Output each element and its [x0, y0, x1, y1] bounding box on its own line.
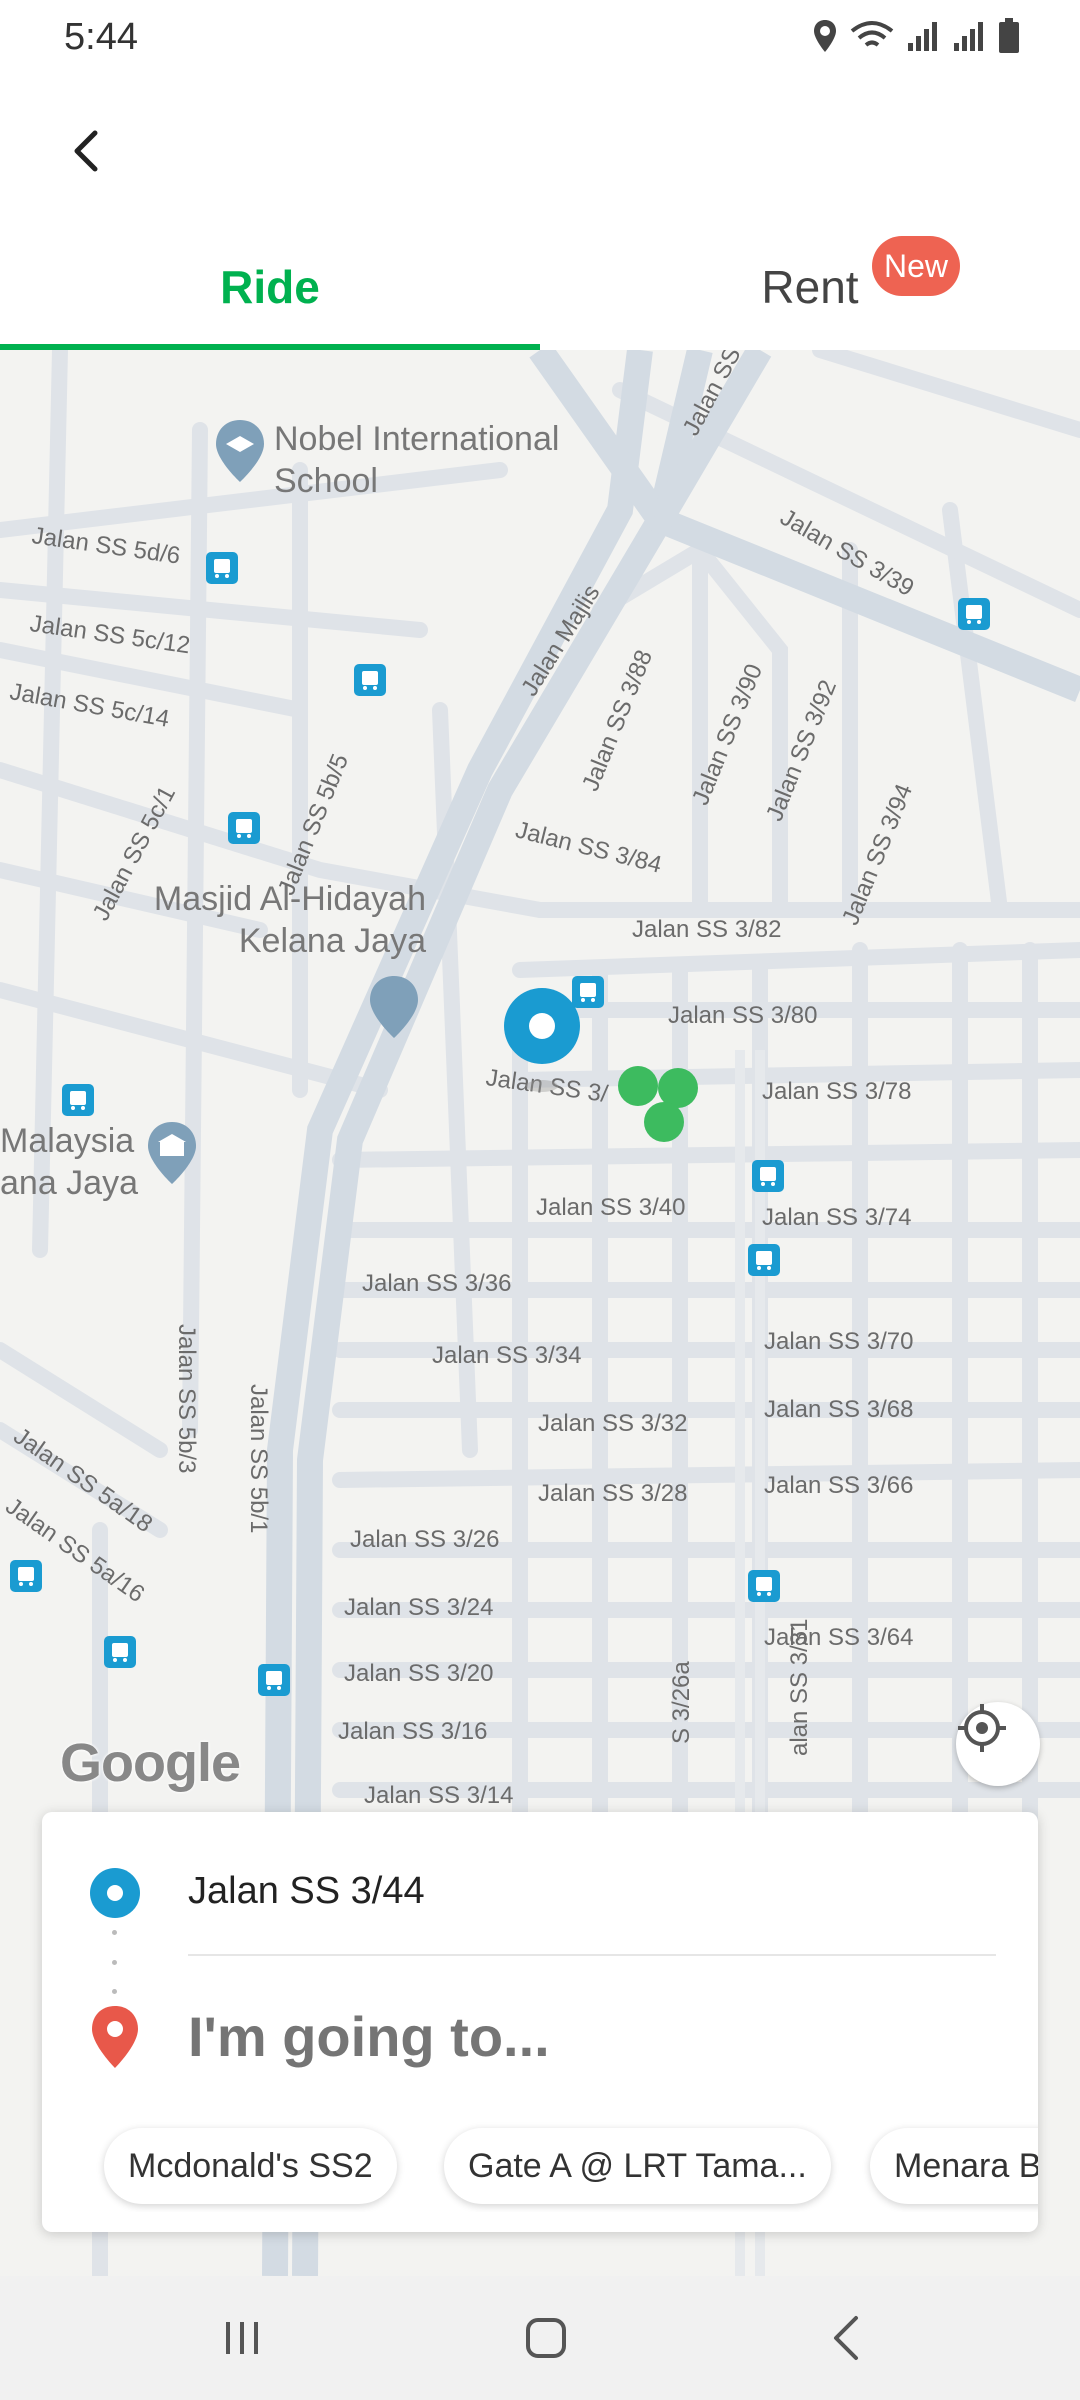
bus-stop-icon	[228, 812, 260, 844]
bus-stop-icon	[258, 1664, 290, 1696]
street-label: Jalan SS 3/20	[344, 1660, 494, 1687]
location-icon	[814, 20, 836, 52]
destination-input[interactable]	[188, 2004, 968, 2069]
street-label: Jalan SS 3/36	[362, 1270, 512, 1297]
street-label: Jalan SS 3/26	[350, 1526, 500, 1553]
google-attribution: Google	[60, 1733, 241, 1793]
bus-stop-icon	[748, 1244, 780, 1276]
status-bar: 5:44	[0, 0, 1080, 76]
tab-rent[interactable]: Rent	[540, 224, 1080, 350]
booking-card: Jalan SS 3/44 Mcdonald's SS2 Gate A @ LR…	[42, 1812, 1038, 2232]
tab-ride-label: Ride	[220, 261, 320, 313]
suggestion-chip[interactable]: Menara B	[870, 2128, 1038, 2204]
suggestion-chips: Mcdonald's SS2 Gate A @ LRT Tama... Mena…	[42, 2122, 1038, 2212]
destination-row[interactable]	[42, 1982, 1038, 2092]
street-label: Jalan SS 3/34	[432, 1342, 582, 1369]
bus-stop-icon	[62, 1084, 94, 1116]
destination-pin-icon	[92, 2006, 138, 2068]
new-badge: New	[872, 236, 960, 296]
back-arrow-icon	[834, 2316, 858, 2360]
nearby-drivers-icon	[618, 1066, 698, 1142]
poi-nobel-school-line1: Nobel International	[274, 420, 560, 458]
system-back-button[interactable]	[806, 2306, 886, 2370]
bus-stop-icon	[752, 1160, 784, 1192]
bus-stop-icon	[748, 1570, 780, 1602]
street-label: Jalan SS 3/74	[762, 1204, 912, 1231]
wifi-icon	[850, 21, 894, 47]
home-icon	[526, 2318, 566, 2358]
bus-stop-icon	[354, 664, 386, 696]
poi-malaysia-line2: ana Jaya	[0, 1164, 138, 1202]
street-label: Jalan SS 3/40	[536, 1194, 686, 1221]
poi-nobel-school-line2: School	[274, 462, 378, 500]
street-label: Jalan SS 3/24	[344, 1594, 494, 1621]
street-label: alan SS 3/31	[786, 1618, 813, 1756]
tab-rent-label: Rent	[761, 261, 859, 313]
tab-ride[interactable]: Ride	[0, 224, 540, 350]
recents-icon	[226, 2322, 258, 2354]
status-icons	[812, 18, 1020, 54]
street-label: Jalan SS 3/28	[538, 1480, 688, 1507]
poi-nobel-school: Nobel International School	[274, 418, 559, 502]
poi-masjid-line2: Kelana Jaya	[238, 922, 426, 960]
school-pin-icon	[216, 420, 264, 482]
signal-icon	[908, 22, 937, 51]
pickup-address: Jalan SS 3/44	[188, 1870, 425, 1912]
suggestion-chip[interactable]: Gate A @ LRT Tama...	[444, 2128, 831, 2204]
street-label: Jalan SS 3/16	[338, 1718, 488, 1745]
street-label: Jalan SS 5b/1	[245, 1384, 272, 1534]
pickup-row[interactable]: Jalan SS 3/44	[42, 1842, 1038, 1942]
street-label: Jalan SS 5b/3	[173, 1324, 200, 1474]
tab-bar: Ride Rent New	[0, 224, 1080, 350]
poi-malaysia-line1: Malaysia	[0, 1122, 135, 1160]
system-nav-bar	[0, 2276, 1080, 2400]
bus-stop-icon	[10, 1560, 42, 1592]
street-label: Jalan SS 3/14	[364, 1782, 514, 1809]
pickup-location-marker	[504, 988, 580, 1092]
bus-stop-icon	[104, 1636, 136, 1668]
divider	[188, 1954, 996, 1956]
street-label: Jalan SS 3/70	[764, 1328, 914, 1355]
government-pin-icon	[148, 1122, 196, 1184]
mosque-pin-icon	[370, 976, 418, 1038]
home-button[interactable]	[506, 2306, 586, 2370]
street-label: Jalan SS 3/66	[764, 1472, 914, 1499]
my-location-button[interactable]	[956, 1702, 1040, 1786]
crosshair-icon	[958, 1704, 1006, 1752]
status-time: 5:44	[64, 16, 138, 58]
toolbar	[0, 76, 1080, 224]
signal-icon-2	[954, 22, 983, 51]
back-button[interactable]	[56, 116, 116, 186]
pickup-dot-icon	[90, 1868, 140, 1918]
poi-malaysia: Malaysia ana Jaya	[0, 1120, 138, 1204]
street-label: Jalan SS 3/78	[762, 1078, 912, 1105]
bus-stop-icon	[206, 552, 238, 584]
street-label: Jalan SS 3/68	[764, 1396, 914, 1423]
street-label: Jalan SS 3/82	[632, 916, 782, 943]
street-label: Jalan SS 3/32	[538, 1410, 688, 1437]
chevron-left-icon	[74, 130, 98, 172]
battery-icon	[999, 18, 1019, 53]
bus-stop-icon	[958, 598, 990, 630]
street-label: S 3/26a	[668, 1661, 695, 1744]
suggestion-chip[interactable]: Mcdonald's SS2	[104, 2128, 397, 2204]
street-label: Jalan SS 3/80	[668, 1002, 818, 1029]
recents-button[interactable]	[202, 2306, 282, 2370]
